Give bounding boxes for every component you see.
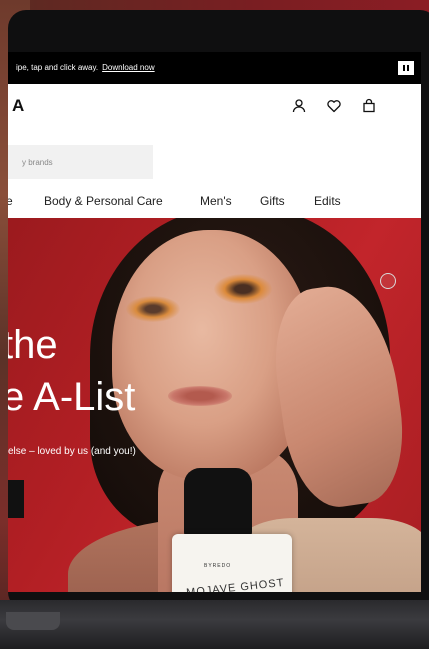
perfume-brand-label: BYREDO — [204, 563, 232, 569]
perfume-cap — [184, 468, 252, 540]
pause-icon — [407, 65, 409, 71]
hero-model-eye — [126, 296, 180, 322]
promo-banner: ipe, tap and click away. Download now — [8, 52, 421, 84]
laptop-frame: ipe, tap and click away.Download now A e… — [8, 10, 429, 610]
hero-headline-line2: e A-List — [8, 375, 136, 419]
user-icon[interactable] — [291, 98, 307, 114]
carousel-indicator-icon[interactable] — [380, 273, 396, 289]
promo-text: ipe, tap and click away. Download now — [16, 63, 155, 72]
hero-subtitle: else – loved by us (and you!) — [8, 446, 136, 457]
laptop-notch — [6, 612, 60, 630]
bag-icon[interactable] — [361, 98, 377, 114]
nav-item-edits[interactable]: Edits — [314, 194, 341, 208]
nav-item-partial[interactable]: e — [8, 194, 13, 208]
laptop-base — [0, 600, 429, 649]
hero-model-eye — [214, 274, 272, 304]
heart-icon[interactable] — [326, 98, 342, 114]
nav-item-body-personal-care[interactable]: Body & Personal Care — [44, 194, 163, 208]
search-input[interactable] — [8, 145, 153, 179]
hero-headline-line1: the — [8, 323, 58, 367]
promo-message: ipe, tap and click away. — [16, 63, 99, 72]
hero-cta-button[interactable] — [8, 480, 24, 518]
browser-screen: ipe, tap and click away.Download now A e… — [8, 52, 421, 592]
pause-icon — [403, 65, 405, 71]
site-header: A — [8, 84, 421, 142]
nav-item-gifts[interactable]: Gifts — [260, 194, 285, 208]
site-logo[interactable]: A — [12, 96, 24, 116]
category-nav: e Body & Personal Care Men's Gifts Edits — [8, 186, 421, 218]
hero-banner[interactable]: BYREDO MOJAVE GHOST the e A-List else – … — [8, 218, 421, 592]
pause-button[interactable] — [398, 61, 414, 75]
download-link[interactable]: Download now — [102, 63, 154, 72]
hero-model-lips — [168, 386, 232, 406]
nav-item-mens[interactable]: Men's — [200, 194, 232, 208]
